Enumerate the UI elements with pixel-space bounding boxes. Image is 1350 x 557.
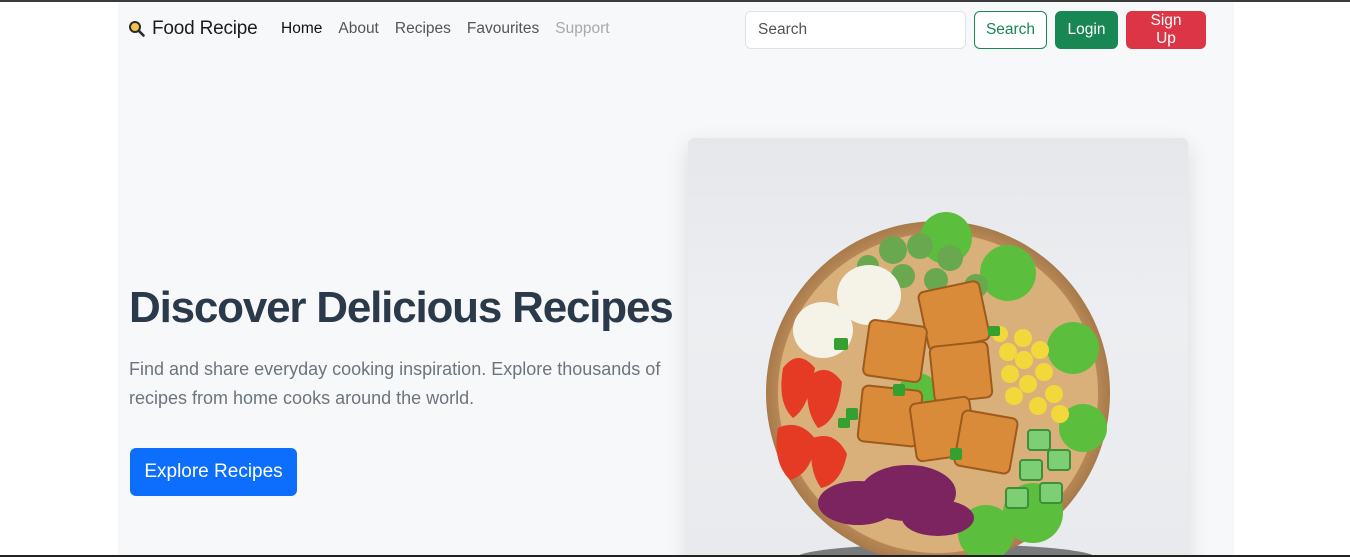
hero-title: Discover Delicious Recipes xyxy=(129,283,674,332)
magnifier-icon xyxy=(128,20,146,38)
nav-link-home[interactable]: Home xyxy=(281,20,322,38)
nav-link-favourites[interactable]: Favourites xyxy=(467,20,539,38)
page-container: Food Recipe Home About Recipes Favourite… xyxy=(118,2,1234,555)
nav-link-recipes[interactable]: Recipes xyxy=(395,20,451,38)
search-form xyxy=(745,11,966,49)
hero-subtitle: Find and share everyday cooking inspirat… xyxy=(129,359,661,408)
explore-recipes-button[interactable]: Explore Recipes xyxy=(130,448,297,496)
brand-label: Food Recipe xyxy=(152,18,258,39)
signup-button[interactable]: Sign Up xyxy=(1126,11,1206,49)
nav-link-about[interactable]: About xyxy=(338,20,379,38)
search-input[interactable] xyxy=(745,11,966,49)
nav-link-support: Support xyxy=(555,20,610,37)
login-button[interactable]: Login xyxy=(1055,11,1118,49)
navbar: Food Recipe Home About Recipes Favourite… xyxy=(118,2,1234,58)
brand-link[interactable]: Food Recipe xyxy=(128,18,258,40)
nav-links: Home About Recipes Favourites Support xyxy=(281,20,610,38)
search-button[interactable]: Search xyxy=(974,11,1047,49)
salad-bowl-illustration xyxy=(766,212,1110,555)
hero-image xyxy=(688,138,1188,555)
